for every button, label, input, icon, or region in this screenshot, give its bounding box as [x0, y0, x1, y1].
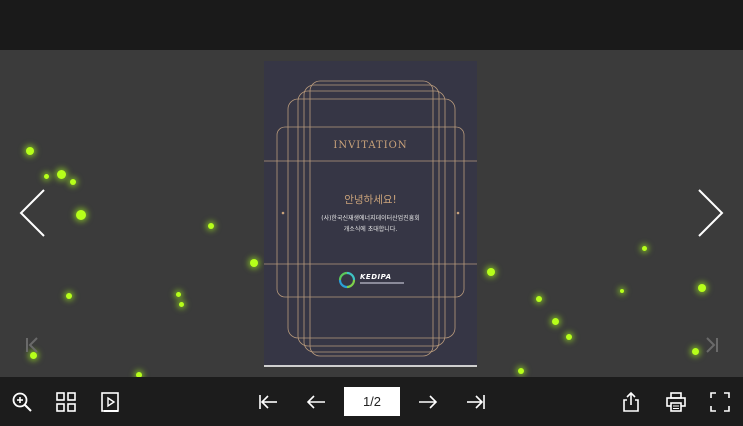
glow-dot	[250, 259, 258, 267]
page-underline	[264, 365, 477, 367]
invitation-body-line-2: 개소식에 초대합니다.	[343, 226, 398, 233]
invitation-body-line-1: (사)한국신재생에너지데이터산업진흥회	[321, 215, 420, 222]
kedipa-logo-text: KEDIPA	[360, 273, 392, 281]
previous-page-button[interactable]	[304, 390, 328, 414]
invitation-greeting: 안녕하세요!	[344, 194, 397, 206]
glow-dot	[176, 292, 181, 297]
glow-dot	[44, 174, 49, 179]
glow-dot	[66, 293, 72, 299]
viewer-stage: INVITATION 안녕하세요! (사)한국신재생에너지데이터산업진흥회 개소…	[0, 50, 743, 377]
glow-dot	[536, 296, 542, 302]
glow-dot	[487, 268, 495, 276]
glow-dot	[620, 289, 624, 293]
autoplay-button[interactable]	[98, 390, 122, 414]
glow-dot	[566, 334, 572, 340]
top-bar	[0, 0, 743, 50]
first-page-icon	[259, 395, 277, 409]
previous-page-icon	[306, 395, 325, 409]
chevron-left-icon	[19, 189, 45, 237]
share-button[interactable]	[619, 390, 643, 414]
glow-dot	[208, 223, 214, 229]
first-page-button[interactable]	[256, 390, 280, 414]
zoom-button[interactable]	[10, 390, 34, 414]
kedipa-emblem-icon	[338, 271, 356, 289]
share-icon	[623, 391, 639, 412]
next-page-arrow[interactable]	[689, 188, 729, 238]
next-page-icon	[419, 395, 438, 409]
kedipa-logo: KEDIPA	[338, 271, 404, 289]
invitation-title: INVITATION	[333, 140, 408, 151]
flipbook-page[interactable]: INVITATION 안녕하세요! (사)한국신재생에너지데이터산업진흥회 개소…	[264, 61, 477, 366]
glow-dot	[642, 246, 647, 251]
next-page-button[interactable]	[416, 390, 440, 414]
glow-dot	[57, 170, 66, 179]
zoom-in-icon	[12, 392, 32, 412]
thumbnails-button[interactable]	[54, 390, 78, 414]
print-icon	[666, 392, 686, 412]
fullscreen-icon	[710, 392, 730, 412]
glow-dot	[692, 348, 699, 355]
grid-icon	[56, 392, 76, 412]
print-button[interactable]	[664, 390, 688, 414]
go-first-edge-button[interactable]	[22, 335, 42, 355]
glow-dot	[76, 210, 86, 220]
last-page-icon	[706, 337, 718, 353]
glow-dot	[518, 368, 524, 374]
last-page-button[interactable]	[464, 390, 488, 414]
glow-dot	[179, 302, 184, 307]
previous-page-arrow[interactable]	[14, 188, 54, 238]
logo-subtitle-bar	[360, 282, 404, 284]
bottom-toolbar: 1/2	[0, 377, 743, 426]
glow-dot	[70, 179, 76, 185]
invitation-body: (사)한국신재생에너지데이터산업진흥회 개소식에 초대합니다.	[264, 213, 477, 235]
chevron-right-icon	[698, 189, 724, 237]
page-indicator[interactable]: 1/2	[344, 387, 400, 416]
fullscreen-button[interactable]	[708, 390, 732, 414]
glow-dot	[26, 147, 34, 155]
first-page-icon	[26, 337, 38, 353]
go-last-edge-button[interactable]	[702, 335, 722, 355]
last-page-icon	[467, 395, 485, 409]
glow-dot	[698, 284, 706, 292]
play-icon	[101, 392, 119, 412]
glow-dot	[552, 318, 559, 325]
